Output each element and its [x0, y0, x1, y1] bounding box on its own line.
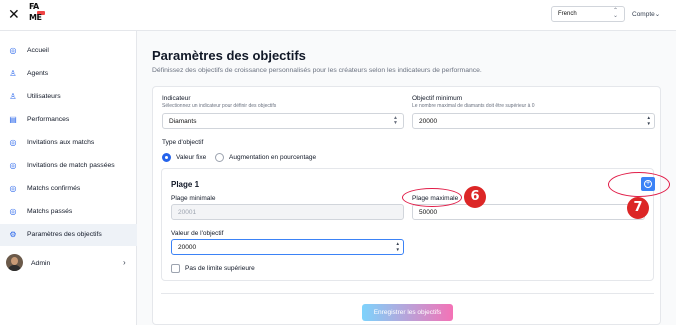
indicator-label: Indicateur: [162, 95, 191, 102]
min-goal-input[interactable]: 20000 ▲ ▼: [412, 113, 655, 129]
updown-icon: ▲ ▼: [393, 115, 398, 126]
sidebar: ◎ Accueil ♙ Agents ♙ Utilisateurs ▤ Perf…: [0, 31, 137, 325]
sidebar-item-label: Invitations de match passées: [27, 162, 115, 169]
min-goal-help: Le nombre maximal de diamants doit être …: [412, 103, 535, 109]
language-select[interactable]: French ⌃ ⌄: [551, 6, 625, 22]
sidebar-item-matchs-passes[interactable]: ◎ Matchs passés: [0, 201, 137, 223]
sidebar-item-label: Utilisateurs: [27, 93, 61, 100]
sidebar-item-performances[interactable]: ▤ Performances: [0, 109, 137, 131]
annotation-ellipse-max: [402, 188, 462, 207]
sidebar-item-utilisateurs[interactable]: ♙ Utilisateurs: [0, 86, 137, 108]
sidebar-item-matchs-confirmes[interactable]: ◎ Matchs confirmés: [0, 178, 137, 200]
account-menu[interactable]: Compte⌄: [632, 10, 660, 18]
sidebar-item-label: Agents: [27, 70, 49, 77]
invite-icon: ◎: [9, 161, 17, 170]
user-icon: ♙: [9, 92, 17, 101]
radio-percentage-label: Augmentation en pourcentage: [229, 154, 317, 161]
range-max-input[interactable]: 50000: [412, 204, 645, 220]
chevron-down-icon: ⌄: [654, 11, 661, 18]
range-min-value: 20001: [178, 209, 197, 216]
updown-icon: ⌃ ⌄: [612, 8, 618, 19]
account-label: Compte: [632, 11, 655, 18]
min-goal-value: 20000: [419, 118, 438, 125]
sidebar-item-label: Invitations aux matchs: [27, 139, 95, 146]
admin-label: Admin: [31, 260, 51, 267]
logo-line-1: FA: [29, 2, 39, 11]
home-icon: ◎: [9, 46, 17, 55]
sidebar-item-invitations-passees[interactable]: ◎ Invitations de match passées: [0, 155, 137, 177]
avatar: [6, 254, 23, 271]
annotation-badge-6: 6: [464, 186, 486, 208]
check-icon: ◎: [9, 184, 17, 193]
indicator-select[interactable]: Diamants ▲ ▼: [162, 113, 404, 129]
language-value: French: [558, 11, 577, 17]
save-goals-button[interactable]: Enregistrer les objectifs: [362, 304, 453, 321]
sidebar-item-parametres-objectifs[interactable]: ⚙ Paramètres des objectifs: [0, 224, 137, 246]
goal-value-value: 20000: [178, 244, 197, 251]
gear-icon: ⚙: [9, 230, 17, 239]
goal-type-label: Type d'objectif: [162, 139, 204, 146]
user-icon: ♙: [9, 69, 17, 78]
indicator-help: Sélectionnez un indicateur pour définir …: [162, 103, 277, 109]
sidebar-item-label: Matchs confirmés: [27, 185, 81, 192]
range-card: Plage 1 + Plage minimale 20001 Plage max…: [161, 168, 655, 281]
top-bar: ✕ FA ME French ⌃ ⌄ Compte⌄: [0, 0, 676, 31]
no-upper-limit-checkbox[interactable]: [171, 264, 180, 273]
sidebar-item-invitations-matchs[interactable]: ◎ Invitations aux matchs: [0, 132, 137, 154]
sidebar-item-accueil[interactable]: ◎ Accueil: [0, 40, 137, 62]
annotation-badge-7: 7: [627, 197, 649, 219]
radio-fixed-value[interactable]: [162, 153, 171, 162]
range-min-input: 20001: [171, 204, 404, 220]
sidebar-item-label: Paramètres des objectifs: [27, 231, 102, 238]
admin-menu[interactable]: Admin ›: [0, 253, 137, 275]
radio-percentage[interactable]: [215, 153, 224, 162]
range-max-value: 50000: [419, 209, 438, 216]
sidebar-item-label: Performances: [27, 116, 70, 123]
sidebar-item-label: Accueil: [27, 47, 49, 54]
chevron-right-icon: ›: [123, 258, 126, 267]
divider: [161, 293, 654, 294]
stepper-icon[interactable]: ▲ ▼: [647, 115, 651, 127]
check-icon: ◎: [9, 207, 17, 216]
page-subtitle: Définissez des objectifs de croissance p…: [152, 67, 482, 74]
logo-line-2: ME: [29, 13, 42, 22]
invite-icon: ◎: [9, 138, 17, 147]
no-upper-limit-label: Pas de limite supérieure: [185, 265, 255, 272]
close-icon[interactable]: ✕: [8, 7, 20, 21]
range-min-label: Plage minimale: [171, 195, 216, 202]
indicator-value: Diamants: [169, 118, 197, 125]
goal-settings-card: Indicateur Sélectionnez un indicateur po…: [152, 86, 661, 325]
min-goal-label: Objectif minimum: [412, 95, 463, 102]
goal-value-label: Valeur de l'objectif: [171, 230, 224, 237]
chart-icon: ▤: [9, 115, 17, 124]
goal-value-input[interactable]: 20000 ▲ ▼: [171, 239, 404, 255]
logo: FA ME: [29, 3, 47, 25]
sidebar-item-agents[interactable]: ♙ Agents: [0, 63, 137, 85]
main-content: Paramètres des objectifs Définissez des …: [137, 31, 676, 325]
annotation-ellipse-add: [608, 172, 670, 197]
page-title: Paramètres des objectifs: [152, 48, 306, 63]
stepper-icon[interactable]: ▲ ▼: [396, 241, 400, 253]
radio-fixed-value-label: Valeur fixe: [176, 154, 207, 161]
sidebar-item-label: Matchs passés: [27, 208, 73, 215]
range-title: Plage 1: [171, 180, 200, 189]
